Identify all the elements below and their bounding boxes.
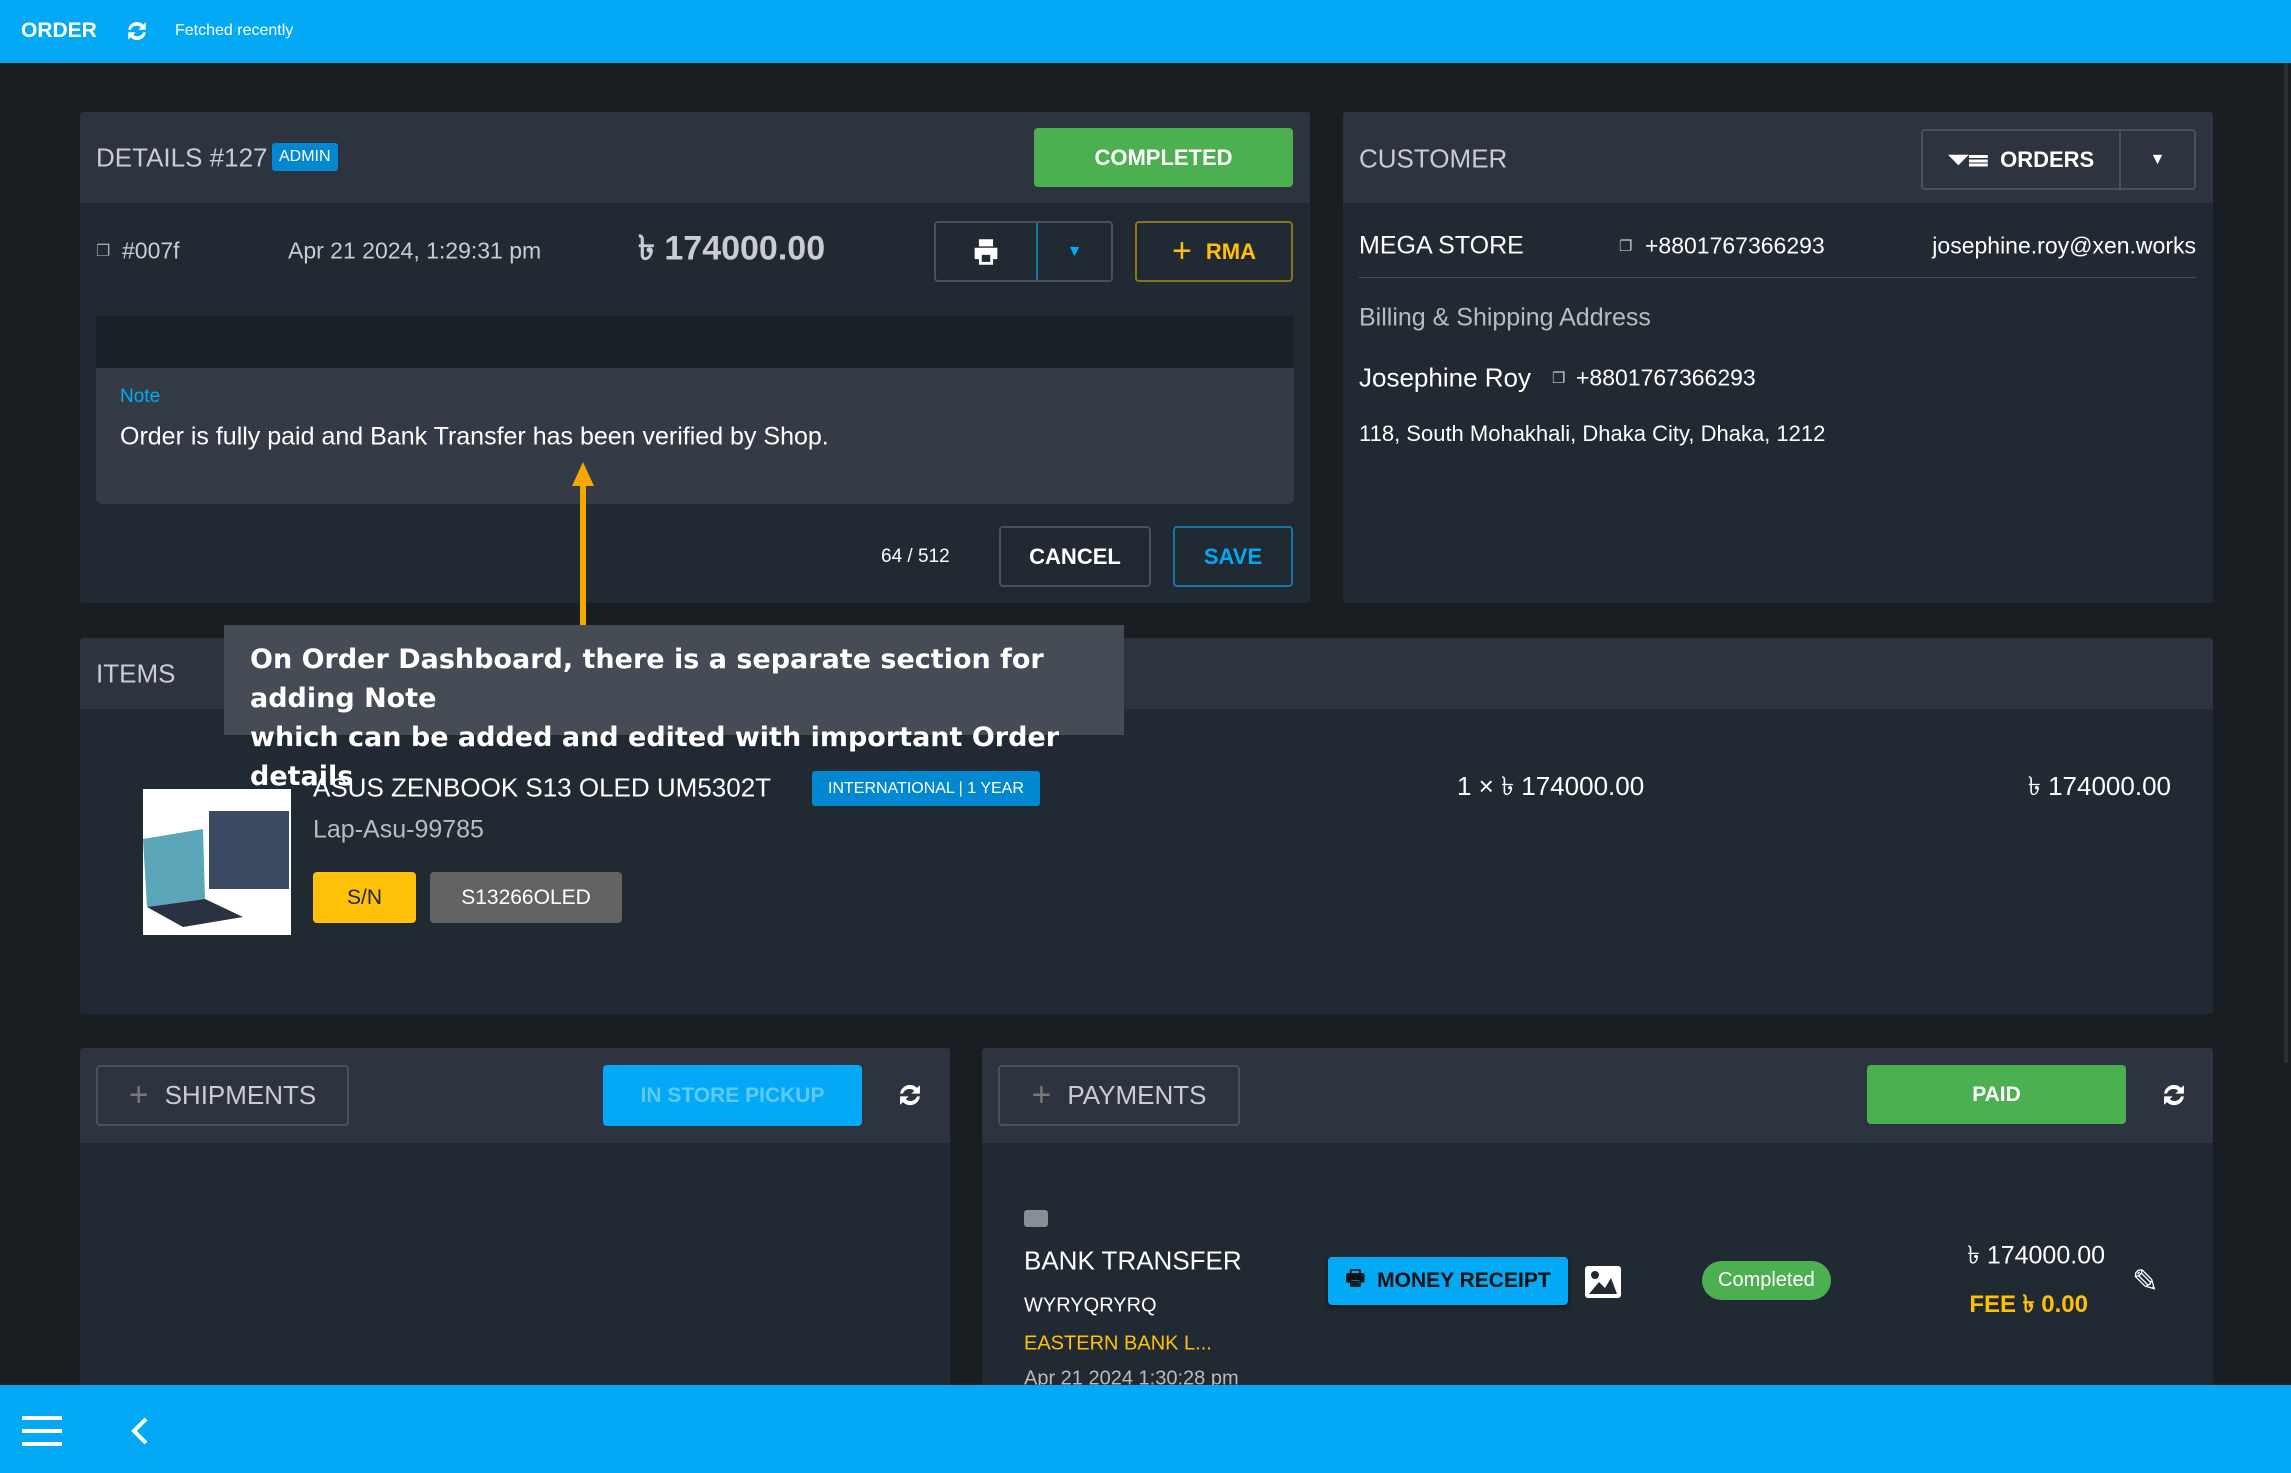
shipments-header: + SHIPMENTS IN STORE PICKUP <box>80 1048 950 1143</box>
fetch-status: Fetched recently <box>175 22 294 39</box>
order-date: Apr 21 2024, 1:29:31 pm <box>288 237 542 264</box>
payment-bank: EASTERN BANK L... <box>1024 1332 1212 1355</box>
customer-panel: CUSTOMER ⏷☰ ORDERS ▼ MEGA STORE ❐ +880176… <box>1343 112 2213 603</box>
customer-title: CUSTOMER <box>1359 143 1508 174</box>
address-heading: Billing & Shipping Address <box>1359 303 1651 332</box>
add-payment-button[interactable]: + PAYMENTS <box>998 1065 1240 1126</box>
store-name: MEGA STORE <box>1359 231 1524 260</box>
store-phone: +8801767366293 <box>1645 232 1825 259</box>
in-store-pickup-button[interactable]: IN STORE PICKUP <box>603 1065 862 1126</box>
items-title: ITEMS <box>96 658 176 689</box>
plus-icon: + <box>1172 232 1192 270</box>
orders-button-group: ⏷☰ ORDERS ▼ <box>1921 129 2196 190</box>
payments-title: PAYMENTS <box>1067 1080 1207 1110</box>
copy-icon[interactable]: ❐ <box>1552 369 1565 387</box>
product-image <box>143 789 291 935</box>
rma-label: RMA <box>1205 238 1256 264</box>
completed-status-button[interactable]: COMPLETED <box>1034 128 1293 187</box>
serial-number[interactable]: S13266OLED <box>430 872 622 923</box>
details-panel: DETAILS #127 ADMIN COMPLETED ❐ #007f Apr… <box>80 112 1310 603</box>
note-spacer <box>96 316 1294 368</box>
payment-fee: FEE ৳ 0.00 <box>1969 1291 2088 1318</box>
orders-dropdown-chevron-icon[interactable]: ▼ <box>2121 131 2194 188</box>
payment-card-icon <box>1024 1210 1048 1227</box>
paid-status-button[interactable]: PAID <box>1867 1065 2126 1124</box>
customer-header: CUSTOMER ⏷☰ ORDERS ▼ <box>1343 112 2213 203</box>
print-button[interactable] <box>936 223 1036 280</box>
printer-icon <box>974 238 998 265</box>
order-code: #007f <box>122 237 180 264</box>
page-title: ORDER <box>21 19 97 42</box>
item-sku: Lap-Asu-99785 <box>313 815 484 844</box>
item-line-total: ৳ 174000.00 <box>2027 771 2171 801</box>
add-shipment-button[interactable]: + SHIPMENTS <box>96 1065 349 1126</box>
rma-button[interactable]: + RMA <box>1135 221 1293 282</box>
menu-hamburger-icon[interactable] <box>22 1416 62 1446</box>
bottom-nav-bar <box>0 1385 2291 1473</box>
print-button-group: ▼ <box>934 221 1113 282</box>
edit-pencil-icon[interactable]: ✎ <box>2132 1262 2159 1300</box>
note-char-count: 64 / 512 <box>881 546 950 567</box>
details-title: DETAILS #127 <box>96 142 268 173</box>
payment-reference: WYRYQRYRQ <box>1024 1294 1157 1317</box>
printer-icon: 🖶 <box>1345 1266 1366 1290</box>
divider <box>1359 277 2196 278</box>
orders-button[interactable]: ⏷☰ ORDERS <box>1923 131 2119 188</box>
note-label: Note <box>120 386 161 407</box>
payment-status-badge: Completed <box>1702 1261 1831 1300</box>
item-qty-price: 1 × ৳ 174000.00 <box>1457 771 1645 801</box>
details-header: DETAILS #127 ADMIN COMPLETED <box>80 112 1310 203</box>
copy-icon[interactable]: ❐ <box>96 241 110 261</box>
note-text[interactable]: Order is fully paid and Bank Transfer ha… <box>120 423 829 452</box>
customer-phone: +8801767366293 <box>1576 364 1756 391</box>
payment-method: BANK TRANSFER <box>1024 1245 1242 1276</box>
order-total: ৳ 174000.00 <box>638 229 826 268</box>
back-chevron-icon[interactable] <box>128 1415 152 1447</box>
annotation-line-1: On Order Dashboard, there is a separate … <box>250 644 1044 714</box>
save-button[interactable]: SAVE <box>1173 526 1293 587</box>
money-receipt-label: MONEY RECEIPT <box>1377 1269 1551 1292</box>
annotation-arrow <box>572 462 594 630</box>
customer-name: Josephine Roy <box>1359 362 1531 393</box>
refresh-icon[interactable] <box>2157 1078 2191 1112</box>
scrollbar[interactable] <box>2284 63 2288 1063</box>
note-field[interactable]: Note Order is fully paid and Bank Transf… <box>96 368 1294 504</box>
annotation-callout: On Order Dashboard, there is a separate … <box>224 625 1124 792</box>
print-dropdown-chevron-icon[interactable]: ▼ <box>1038 223 1111 280</box>
filter-list-icon: ⏷☰ <box>1947 143 1989 174</box>
annotation-line-2: which can be added and edited with impor… <box>250 722 1060 792</box>
customer-address: 118, South Mohakhali, Dhaka City, Dhaka,… <box>1359 421 1826 446</box>
plus-icon: + <box>1031 1076 1052 1114</box>
cancel-button[interactable]: CANCEL <box>999 526 1151 587</box>
top-app-bar: ORDER Fetched recently <box>0 0 2291 63</box>
copy-icon[interactable]: ❐ <box>1619 237 1632 255</box>
payment-amount: ৳ 174000.00 <box>1967 1241 2105 1270</box>
refresh-icon[interactable] <box>120 16 154 46</box>
customer-email: josephine.roy@xen.works <box>1932 232 2196 259</box>
refresh-icon[interactable] <box>893 1078 927 1112</box>
orders-label: ORDERS <box>2000 146 2095 172</box>
sn-label[interactable]: S/N <box>313 872 416 923</box>
image-icon[interactable] <box>1584 1265 1622 1299</box>
money-receipt-button[interactable]: 🖶 MONEY RECEIPT <box>1328 1257 1568 1305</box>
admin-badge: ADMIN <box>272 143 338 171</box>
payments-header: + PAYMENTS PAID <box>982 1048 2213 1143</box>
shipments-title: SHIPMENTS <box>164 1080 317 1110</box>
plus-icon: + <box>128 1076 149 1114</box>
